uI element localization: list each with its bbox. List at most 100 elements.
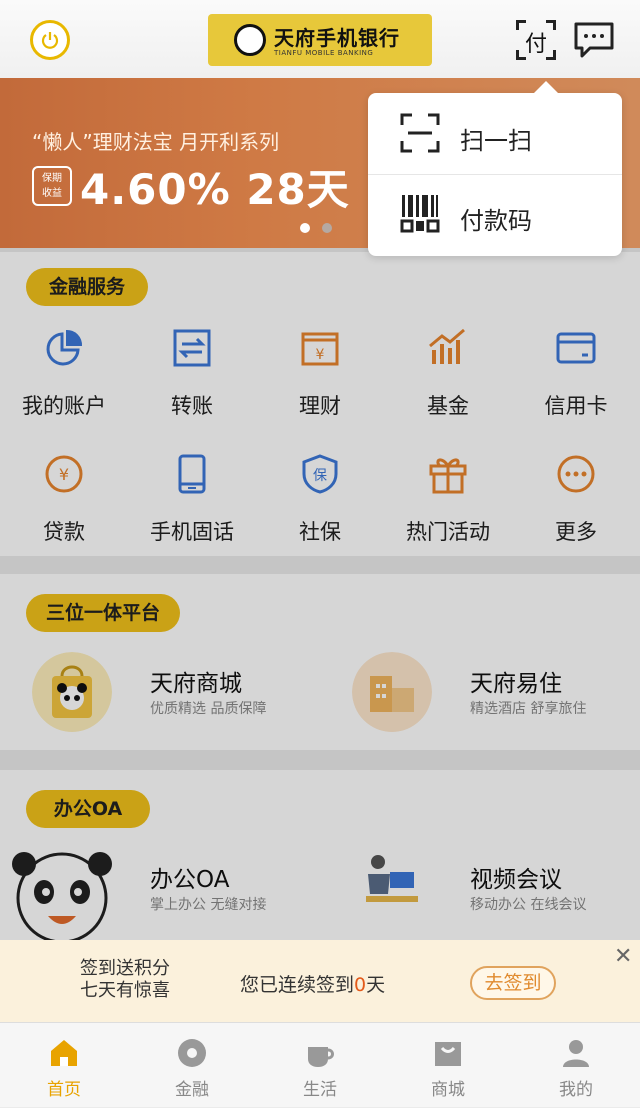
sign-in-promo-line1: 签到送积分 [80, 958, 170, 979]
service-label: 热门活动 [406, 520, 490, 544]
nav-label: 首页 [47, 1080, 81, 1100]
tile-name: 天府易住 [470, 671, 562, 697]
banner-rate: 4.60% 28天 [80, 165, 350, 214]
service-hot-events[interactable]: 热门活动 [384, 454, 512, 564]
mall-icon [435, 1042, 461, 1066]
sign-in-promo-line2: 七天有惊喜 [80, 980, 170, 1001]
service-more[interactable]: 更多 [512, 454, 640, 564]
panda-mascot-icon [12, 852, 112, 940]
svg-text:¥: ¥ [59, 465, 69, 484]
tile-desc: 移动办公 在线会议 [470, 897, 587, 913]
nav-home[interactable]: 首页 [0, 1023, 128, 1108]
top-bar: 天府手机银行 TIANFU MOBILE BANKING 付 [0, 0, 640, 78]
credit-card-icon [556, 332, 596, 364]
consecutive-days: 0 [354, 974, 367, 996]
loan-icon: ¥ [45, 455, 83, 493]
nav-label: 我的 [559, 1080, 593, 1100]
service-fund[interactable]: 基金 [384, 328, 512, 438]
tile-name: 视频会议 [470, 867, 562, 893]
tile-name: 办公OA [150, 867, 230, 893]
tile-desc: 掌上办公 无缝对接 [150, 897, 267, 913]
pay-popup-menu: 扫一扫 付款码 [368, 81, 622, 256]
phone-icon [178, 454, 206, 494]
service-my-account[interactable]: 我的账户 [0, 328, 128, 438]
menu-item-label: 付款码 [460, 207, 532, 235]
shield-icon: 保 [302, 454, 338, 494]
svg-text:¥: ¥ [316, 347, 325, 363]
menu-item-scan[interactable]: 扫一扫 [368, 95, 622, 175]
service-phone[interactable]: 手机固话 [128, 454, 256, 564]
service-label: 理财 [299, 394, 341, 418]
service-label: 社保 [299, 520, 341, 544]
service-label: 我的账户 [22, 394, 106, 418]
life-icon [308, 1047, 334, 1067]
tile-desc: 优质精选 品质保障 [150, 701, 267, 717]
sign-in-promo: 签到送积分 七天有惊喜 [60, 958, 190, 1002]
tile-desc: 精选酒店 舒享旅住 [470, 701, 587, 717]
service-social-security[interactable]: 保 社保 [256, 454, 384, 564]
bank-logo: 天府手机银行 TIANFU MOBILE BANKING [208, 14, 432, 66]
power-icon [41, 32, 59, 49]
logo-subtitle: TIANFU MOBILE BANKING [274, 49, 374, 57]
hotel-icon [352, 652, 432, 732]
menu-item-label: 扫一扫 [460, 127, 532, 155]
section-title-finance: 金融服务 [26, 268, 148, 306]
nav-mall[interactable]: 商城 [384, 1023, 512, 1108]
service-transfer[interactable]: 转账 [128, 328, 256, 438]
service-wealth[interactable]: ¥ 理财 [256, 328, 384, 438]
nav-finance[interactable]: 金融 [128, 1023, 256, 1108]
pay-icon-label: 付 [524, 32, 547, 57]
sign-in-status: 您已连续签到0天 [240, 970, 385, 997]
wealth-icon: ¥ [301, 332, 339, 366]
service-label: 贷款 [43, 520, 85, 544]
service-loan[interactable]: ¥ 贷款 [0, 454, 128, 564]
service-label: 转账 [171, 394, 213, 418]
svg-text:保: 保 [313, 468, 327, 484]
meeting-icon [366, 855, 418, 902]
menu-item-paycode[interactable]: 付款码 [368, 175, 622, 255]
nav-profile[interactable]: 我的 [512, 1023, 640, 1108]
banner-subtitle: “懒人”理财法宝 月开利系列 [32, 130, 280, 154]
nav-label: 金融 [175, 1080, 209, 1100]
sign-in-bar: 签到送积分 七天有惊喜 您已连续签到0天 去签到 ✕ [0, 940, 640, 1022]
fund-chart-icon [429, 328, 465, 364]
section-title-platform: 三位一体平台 [26, 594, 180, 632]
status-prefix: 您已连续签到 [240, 974, 355, 996]
pay-button[interactable]: 付 [516, 20, 556, 60]
service-label: 信用卡 [544, 394, 608, 418]
close-icon[interactable]: ✕ [614, 944, 632, 969]
tile-tianfu-stay[interactable]: 天府易住 精选酒店 舒享旅住 [320, 652, 640, 762]
banner-pagination [300, 218, 344, 237]
service-label: 手机固话 [150, 520, 234, 544]
office-oa-section: 办公OA 办公OA 掌上办公 无缝对接 视频会议 移动办公 在线会议 [0, 770, 640, 940]
pagination-dot[interactable] [300, 223, 310, 233]
power-button[interactable] [30, 20, 70, 60]
pagination-dot[interactable] [322, 223, 332, 233]
panda-logo-icon [234, 24, 266, 56]
platform-section: 三位一体平台 天府商城 优质精选 品质保障 天府易住 精选酒店 舒享旅住 [0, 574, 640, 750]
profile-icon [563, 1040, 589, 1067]
barcode-icon [400, 195, 440, 233]
service-label: 基金 [427, 394, 469, 418]
scan-icon [400, 113, 440, 153]
finance-services-section: 金融服务 我的账户 转账 ¥ 理财 基金 信用卡 ¥ 贷款 手机固话 保 社保 … [0, 252, 640, 556]
more-icon [557, 455, 595, 493]
nav-label: 商城 [431, 1080, 465, 1100]
banner-tag: 保期 收益 [32, 166, 72, 206]
nav-life[interactable]: 生活 [256, 1023, 384, 1108]
service-label: 更多 [555, 520, 597, 544]
section-title-office: 办公OA [26, 790, 150, 828]
home-icon [51, 1040, 77, 1066]
logo-title: 天府手机银行 [274, 26, 400, 50]
chat-bubble-icon [574, 22, 614, 58]
nav-label: 生活 [303, 1080, 337, 1100]
service-credit-card[interactable]: 信用卡 [512, 328, 640, 438]
bottom-navigation: 首页 金融 生活 商城 我的 [0, 1022, 640, 1107]
gift-icon [429, 458, 467, 494]
transfer-icon [173, 329, 211, 367]
status-suffix: 天 [366, 974, 386, 996]
sign-in-button[interactable]: 去签到 [470, 966, 556, 1000]
message-button[interactable] [572, 20, 616, 64]
tile-tianfu-mall[interactable]: 天府商城 优质精选 品质保障 [0, 652, 320, 762]
tile-name: 天府商城 [150, 671, 242, 697]
